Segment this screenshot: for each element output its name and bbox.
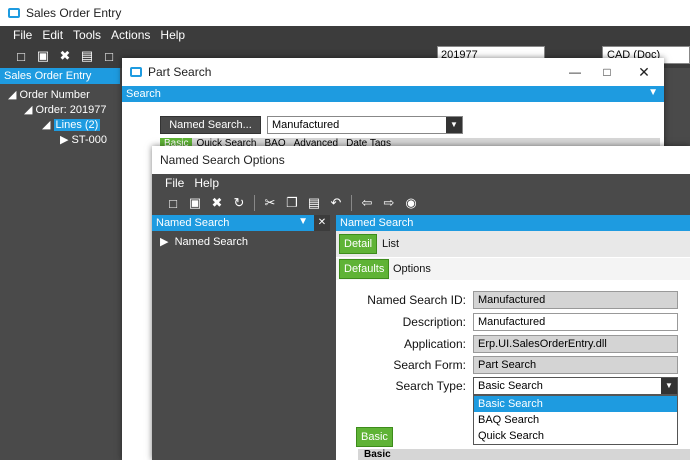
menu-edit[interactable]: Edit: [37, 28, 68, 42]
pin-icon[interactable]: ▼: [648, 87, 658, 98]
panel-title: Search: [126, 88, 161, 100]
named-search-id-label: Named Search ID:: [367, 293, 466, 307]
named-search-button[interactable]: Named Search...: [160, 116, 261, 134]
menu-file[interactable]: File: [160, 176, 189, 190]
save-icon[interactable]: ▣: [186, 194, 204, 212]
save-icon[interactable]: ▣: [34, 47, 52, 65]
window-title: Sales Order Entry: [26, 6, 122, 20]
basic-section-header: Basic: [358, 449, 690, 460]
new-icon[interactable]: □: [12, 47, 30, 65]
chevron-down-icon: ▼: [446, 117, 462, 133]
menu-file[interactable]: File: [8, 28, 37, 42]
cut-icon[interactable]: ✂: [261, 194, 279, 212]
close-icon[interactable]: ✕: [624, 64, 664, 81]
toolbar-divider: [351, 195, 352, 211]
tree-item-order-number[interactable]: ◢ Order Number: [0, 86, 122, 101]
attach-icon[interactable]: □: [100, 47, 118, 65]
panel-title: Sales Order Entry: [4, 70, 92, 82]
panel-title: Named Search: [340, 217, 414, 229]
dropdown-option-baq-search[interactable]: BAQ Search: [474, 412, 677, 428]
copy-icon[interactable]: ❐: [283, 194, 301, 212]
nso-right-body: Detail List Defaults Options Named Searc…: [336, 231, 690, 460]
nso-left-panel-head: Named Search ▼ ✕: [152, 215, 330, 231]
order-tree: ◢ Order Number ◢ Order: 201977 ◢ Lines (…: [0, 86, 122, 146]
search-type-select[interactable]: Basic Search ▼: [473, 377, 678, 395]
refresh-icon[interactable]: ↻: [230, 194, 248, 212]
tree-item-lines[interactable]: ◢ Lines (2): [0, 116, 122, 131]
part-search-titlebar[interactable]: Part Search — □ ✕: [122, 58, 664, 86]
search-form-label: Search Form:: [393, 358, 466, 372]
delete-icon[interactable]: ✖: [56, 47, 74, 65]
application-label: Application:: [403, 337, 466, 351]
undo-icon[interactable]: ↶: [327, 194, 345, 212]
nso-menubar: File Help: [152, 174, 690, 192]
tree-item-order[interactable]: ◢ Order: 201977: [0, 101, 122, 116]
window-title: Named Search Options: [160, 153, 285, 167]
tab-defaults[interactable]: Defaults: [339, 259, 390, 279]
tree-item-line[interactable]: ▶ ST-000: [0, 131, 122, 146]
new-icon[interactable]: □: [164, 194, 182, 212]
menu-help[interactable]: Help: [189, 176, 224, 190]
menu-tools[interactable]: Tools: [68, 28, 106, 42]
paste-icon[interactable]: ▤: [305, 194, 323, 212]
nso-tree-item[interactable]: ▶ Named Search: [160, 235, 248, 248]
dropdown-option-quick-search[interactable]: Quick Search: [474, 428, 677, 444]
search-type-label: Search Type:: [395, 379, 467, 393]
tab-list[interactable]: List: [382, 238, 399, 250]
app-icon: [8, 8, 20, 18]
sales-order-menubar: File Edit Tools Actions Help: [0, 26, 690, 44]
chevron-down-icon: ▼: [661, 378, 677, 394]
close-panel-icon[interactable]: ✕: [314, 215, 330, 231]
nso-toolbar: □ ▣ ✖ ↻ ✂ ❐ ▤ ↶ ⇦ ⇨ ◉: [152, 192, 690, 214]
description-label: Description:: [402, 315, 466, 329]
minimize-icon[interactable]: —: [560, 65, 590, 79]
panel-title: Named Search: [156, 217, 230, 229]
named-search-options-window: Named Search Options File Help □ ▣ ✖ ↻ ✂…: [152, 146, 690, 460]
toolbar-divider: [254, 195, 255, 211]
maximize-icon[interactable]: □: [590, 65, 624, 79]
search-form-field[interactable]: Part Search: [473, 356, 678, 374]
tab-basic[interactable]: Basic: [356, 427, 393, 447]
delete-icon[interactable]: ✖: [208, 194, 226, 212]
app-icon: [130, 67, 142, 77]
stop-icon[interactable]: ◉: [402, 194, 420, 212]
window-title: Part Search: [148, 65, 212, 79]
previous-icon[interactable]: ⇦: [358, 194, 376, 212]
dropdown-option-basic-search[interactable]: Basic Search: [474, 396, 677, 412]
search-type-dropdown: Basic Search BAQ Search Quick Search: [473, 395, 678, 445]
named-search-options-titlebar[interactable]: Named Search Options: [152, 146, 690, 174]
next-icon[interactable]: ⇨: [380, 194, 398, 212]
sales-order-panel-head: Sales Order Entry: [0, 68, 120, 84]
tab-options[interactable]: Options: [393, 263, 431, 275]
book-icon[interactable]: ▤: [78, 47, 96, 65]
menu-actions[interactable]: Actions: [106, 28, 155, 42]
sales-order-titlebar[interactable]: Sales Order Entry: [0, 0, 690, 26]
nso-right-panel-head: Named Search: [336, 215, 690, 231]
named-search-id-field[interactable]: Manufactured: [473, 291, 678, 309]
named-search-select[interactable]: Manufactured ▼: [267, 116, 463, 134]
menu-help[interactable]: Help: [155, 28, 190, 42]
tab-detail[interactable]: Detail: [339, 234, 378, 254]
search-panel-head: Search ▼: [122, 86, 664, 102]
description-field[interactable]: Manufactured: [473, 313, 678, 331]
pin-icon[interactable]: ▼: [298, 216, 308, 227]
application-field[interactable]: Erp.UI.SalesOrderEntry.dll: [473, 335, 678, 353]
